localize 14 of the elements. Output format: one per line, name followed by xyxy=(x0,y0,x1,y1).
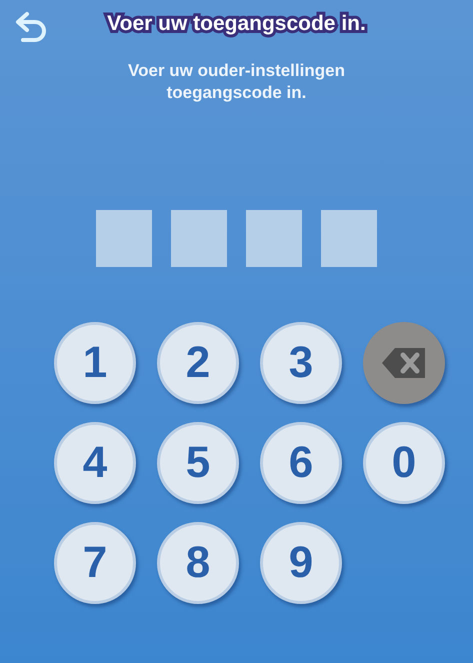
digit-key[interactable]: 7 xyxy=(54,522,136,604)
digit-key[interactable]: 3 xyxy=(260,322,342,404)
back-icon[interactable] xyxy=(15,10,47,44)
digit-key[interactable]: 9 xyxy=(260,522,342,604)
backspace-icon xyxy=(381,346,427,380)
digit-key[interactable]: 5 xyxy=(157,422,239,504)
digit-key[interactable]: 4 xyxy=(54,422,136,504)
instruction-text: Voer uw ouder-instellingen toegangscode in. xyxy=(127,60,346,104)
digit-key[interactable]: 6 xyxy=(260,422,342,504)
digit-key[interactable]: 8 xyxy=(157,522,239,604)
digit-key[interactable]: 0 xyxy=(363,422,445,504)
digit-key[interactable]: 2 xyxy=(157,322,239,404)
page-title: Voer uw toegangscode in. xyxy=(107,11,366,38)
digit-key[interactable]: 1 xyxy=(54,322,136,404)
